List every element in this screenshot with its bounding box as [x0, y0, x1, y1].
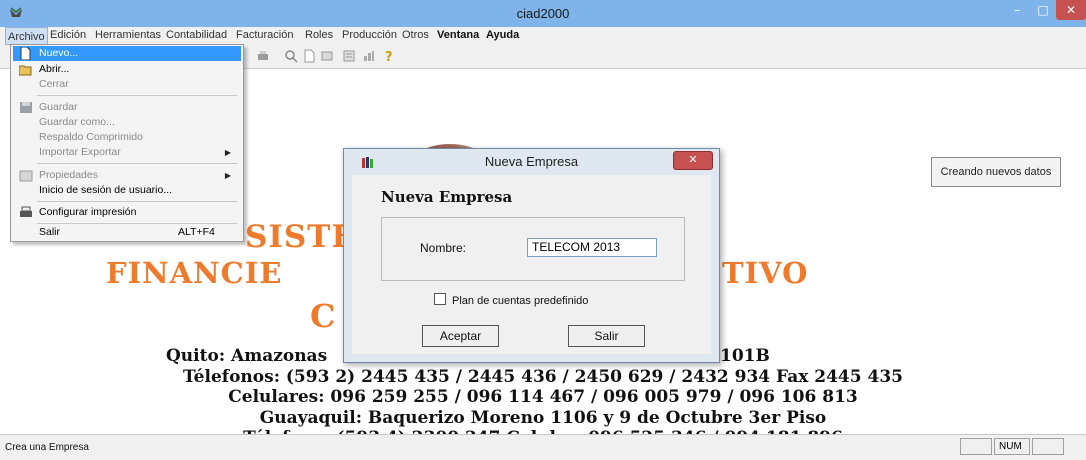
salir-button[interactable]: Salir	[568, 325, 645, 347]
menu-separator	[37, 201, 237, 202]
address-guayaquil-line: Guayaquil: Baquerizo Moreno 1106 y 9 de …	[259, 408, 827, 428]
menu-produccion[interactable]: Producción	[342, 29, 397, 41]
dialog-close-button[interactable]: ✕	[673, 151, 713, 170]
close-button[interactable]: ✕	[1056, 0, 1086, 20]
banner-line-3: C	[310, 297, 336, 335]
plan-cuentas-checkbox-row[interactable]: Plan de cuentas predefinido	[434, 293, 588, 307]
menu-item-propiedades[interactable]: Propiedades ▶	[13, 168, 241, 183]
menu-item-salir[interactable]: Salir ALT+F4	[13, 225, 241, 240]
menu-ventana[interactable]: Ventana	[437, 29, 479, 41]
submenu-arrow-icon: ▶	[224, 148, 231, 157]
properties-icon	[19, 170, 33, 182]
address-quito-b: 101B	[720, 346, 770, 366]
nombre-label: Nombre:	[420, 241, 467, 255]
address-quito-a: Quito: Amazonas	[166, 346, 328, 366]
status-message: Crea una Empresa	[5, 442, 89, 453]
menu-archivo[interactable]: Archivo	[5, 27, 48, 45]
new-document-icon[interactable]	[302, 49, 316, 63]
aceptar-button[interactable]: Aceptar	[422, 325, 499, 347]
mobiles-line: Celulares: 096 259 255 / 096 114 467 / 0…	[228, 387, 858, 407]
menu-item-abrir[interactable]: Abrir...	[13, 62, 241, 77]
menu-edicion[interactable]: Edición	[50, 29, 86, 41]
menu-item-inicio-sesion[interactable]: Inicio de sesión de usuario...	[13, 183, 241, 198]
file-menu-dropdown: Nuevo... Abrir... Cerrar Guardar Guardar…	[10, 44, 244, 242]
printer-icon	[20, 206, 32, 217]
banner-line-1: SISTE	[245, 219, 356, 255]
status-cell-scroll	[1032, 438, 1064, 455]
menu-otros[interactable]: Otros	[402, 29, 429, 41]
menu-facturacion[interactable]: Facturación	[236, 29, 293, 41]
nombre-input[interactable]: TELECOM 2013	[527, 238, 657, 257]
creating-data-button[interactable]: Creando nuevos datos	[931, 157, 1061, 187]
report-icon[interactable]	[342, 49, 356, 63]
print-preview-icon[interactable]	[284, 49, 298, 63]
dialog-body: Nueva Empresa Nombre: TELECOM 2013 Plan …	[352, 175, 711, 354]
help-icon[interactable]: ?	[382, 49, 396, 63]
dialog-title-bar[interactable]: Nueva Empresa ✕	[344, 149, 719, 175]
banner-line-2a: FINANCIE	[106, 256, 283, 290]
phones-line: Télefonos: (593 2) 2445 435 / 2445 436 /…	[182, 367, 903, 387]
new-file-icon	[20, 47, 31, 60]
status-num: NUM	[994, 438, 1030, 455]
close-icon: ✕	[1065, 3, 1077, 17]
menu-item-importar-exportar[interactable]: Importar Exportar ▶	[13, 145, 241, 160]
status-bar: Crea una Empresa NUM	[0, 434, 1086, 460]
plan-cuentas-checkbox[interactable]	[434, 293, 446, 305]
menu-separator	[37, 163, 237, 164]
menu-ayuda[interactable]: Ayuda	[486, 29, 519, 41]
menu-herramientas[interactable]: Herramientas	[95, 29, 161, 41]
menu-item-configurar-impresion[interactable]: Configurar impresión	[13, 205, 241, 220]
edit-icon[interactable]	[320, 49, 334, 63]
maximize-button[interactable]: □	[1030, 0, 1056, 20]
svg-text:?: ?	[385, 50, 393, 63]
menu-separator	[37, 223, 237, 224]
menu-item-cerrar[interactable]: Cerrar	[13, 77, 241, 92]
menu-contabilidad[interactable]: Contabilidad	[166, 29, 227, 41]
chart-icon[interactable]	[362, 49, 376, 63]
menu-roles[interactable]: Roles	[305, 29, 333, 41]
title-bar: ciad2000 – □ ✕	[0, 0, 1086, 28]
maximize-icon: □	[1037, 3, 1049, 17]
submenu-arrow-icon: ▶	[224, 171, 231, 180]
nueva-empresa-dialog: Nueva Empresa ✕ Nueva Empresa Nombre: TE…	[343, 148, 720, 363]
printer-icon[interactable]	[256, 49, 270, 63]
plan-cuentas-label: Plan de cuentas predefinido	[452, 295, 589, 307]
close-icon: ✕	[688, 153, 698, 166]
dialog-heading: Nueva Empresa	[381, 188, 513, 206]
menu-separator	[37, 95, 237, 96]
minimize-button[interactable]: –	[1004, 0, 1030, 20]
menu-item-guardar-como[interactable]: Guardar como...	[13, 115, 241, 130]
menu-item-respaldo[interactable]: Respaldo Comprimido	[13, 130, 241, 145]
dialog-title: Nueva Empresa	[484, 154, 579, 169]
menu-item-nuevo[interactable]: Nuevo...	[13, 46, 241, 61]
menu-bar: Archivo Edición Herramientas Contabilida…	[0, 27, 1086, 45]
open-folder-icon	[19, 65, 32, 76]
status-cell-caps	[960, 438, 992, 455]
minimize-icon: –	[1014, 3, 1020, 17]
banner-line-2b: TIVO	[722, 256, 809, 290]
menu-item-guardar[interactable]: Guardar	[13, 100, 241, 115]
window-title: ciad2000	[516, 6, 570, 21]
save-disk-icon	[20, 102, 32, 113]
